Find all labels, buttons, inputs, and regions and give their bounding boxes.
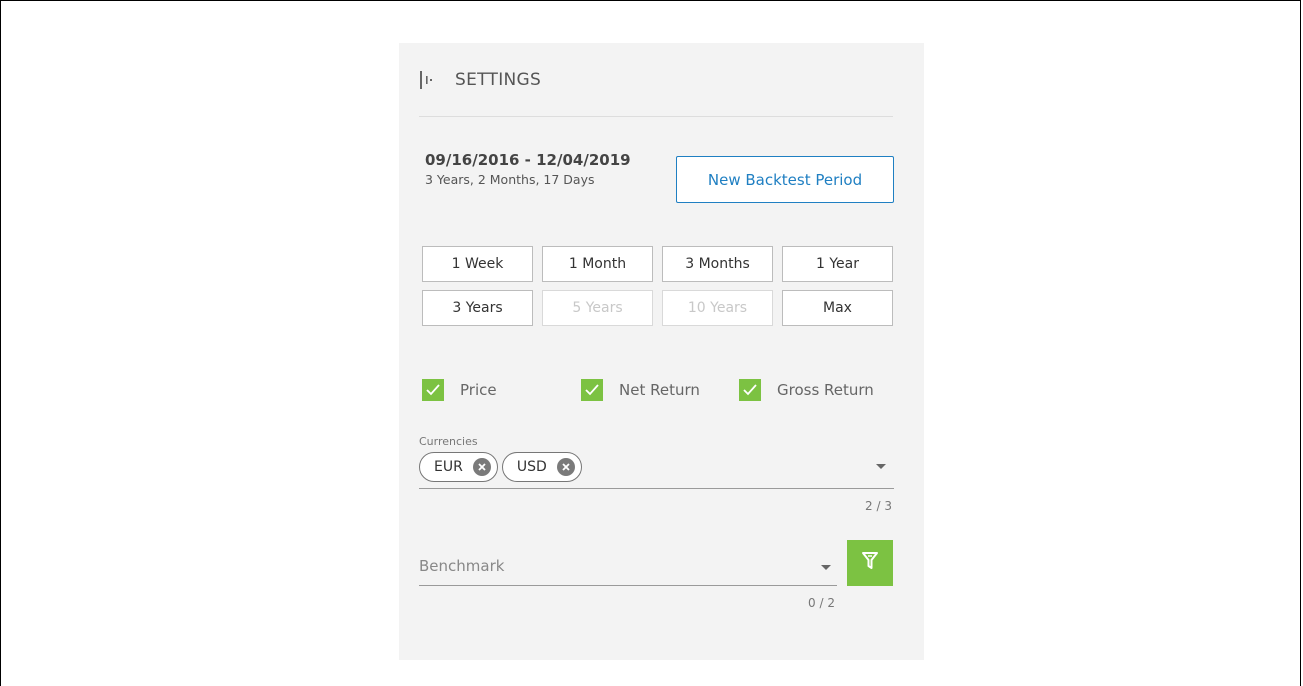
- settings-header: SETTINGS: [419, 65, 541, 95]
- close-icon[interactable]: [556, 458, 575, 476]
- range-button-1-week[interactable]: 1 Week: [422, 246, 533, 282]
- range-button-3-years[interactable]: 3 Years: [422, 290, 533, 326]
- filter-button[interactable]: [847, 540, 893, 586]
- checkbox-price[interactable]: Price: [422, 379, 497, 401]
- chip-label: USD: [516, 459, 547, 475]
- header-divider: [419, 116, 893, 117]
- benchmark-field[interactable]: [419, 548, 837, 586]
- period-range-text: 09/16/2016 - 12/04/2019: [425, 151, 631, 169]
- panel-collapse-icon[interactable]: [419, 70, 435, 90]
- range-button-5-years: 5 Years: [542, 290, 653, 326]
- checkmark-icon[interactable]: [581, 379, 603, 401]
- checkbox-net-return-label: Net Return: [619, 381, 700, 399]
- chevron-down-icon[interactable]: [821, 565, 831, 570]
- currencies-chip-field[interactable]: EUR USD: [419, 452, 894, 489]
- currency-chip-usd: USD: [501, 452, 582, 482]
- benchmark-input[interactable]: [419, 548, 799, 584]
- currencies-label: Currencies: [419, 435, 478, 448]
- checkbox-price-label: Price: [460, 381, 497, 399]
- settings-panel: SETTINGS 09/16/2016 - 12/04/2019 3 Years…: [399, 43, 924, 660]
- benchmark-select: 0 / 2: [419, 548, 837, 610]
- checkbox-gross-return-label: Gross Return: [777, 381, 874, 399]
- checkmark-icon[interactable]: [422, 379, 444, 401]
- filter-icon: [861, 551, 879, 575]
- close-icon[interactable]: [472, 458, 491, 476]
- currency-chip-eur: EUR: [419, 452, 498, 482]
- range-button-1-month[interactable]: 1 Month: [542, 246, 653, 282]
- currencies-select: Currencies EUR USD 2 / 3: [419, 435, 894, 513]
- new-backtest-period-button[interactable]: New Backtest Period: [676, 156, 894, 203]
- chip-label: EUR: [434, 459, 463, 475]
- period-duration-text: 3 Years, 2 Months, 17 Days: [425, 172, 595, 187]
- range-button-grid: 1 Week 1 Month 3 Months 1 Year 3 Years 5…: [422, 246, 894, 326]
- range-button-10-years: 10 Years: [662, 290, 773, 326]
- checkmark-icon[interactable]: [739, 379, 761, 401]
- currencies-counter: 2 / 3: [865, 499, 892, 513]
- range-button-max[interactable]: Max: [782, 290, 893, 326]
- checkbox-net-return[interactable]: Net Return: [581, 379, 700, 401]
- range-button-3-months[interactable]: 3 Months: [662, 246, 773, 282]
- checkbox-gross-return[interactable]: Gross Return: [739, 379, 874, 401]
- benchmark-counter: 0 / 2: [808, 596, 835, 610]
- settings-title: SETTINGS: [455, 70, 542, 90]
- range-button-1-year[interactable]: 1 Year: [782, 246, 893, 282]
- backtest-period-info: 09/16/2016 - 12/04/2019 3 Years, 2 Month…: [425, 151, 631, 187]
- chevron-down-icon[interactable]: [876, 464, 886, 469]
- return-type-checkboxes: Price Net Return Gross Return: [422, 379, 894, 403]
